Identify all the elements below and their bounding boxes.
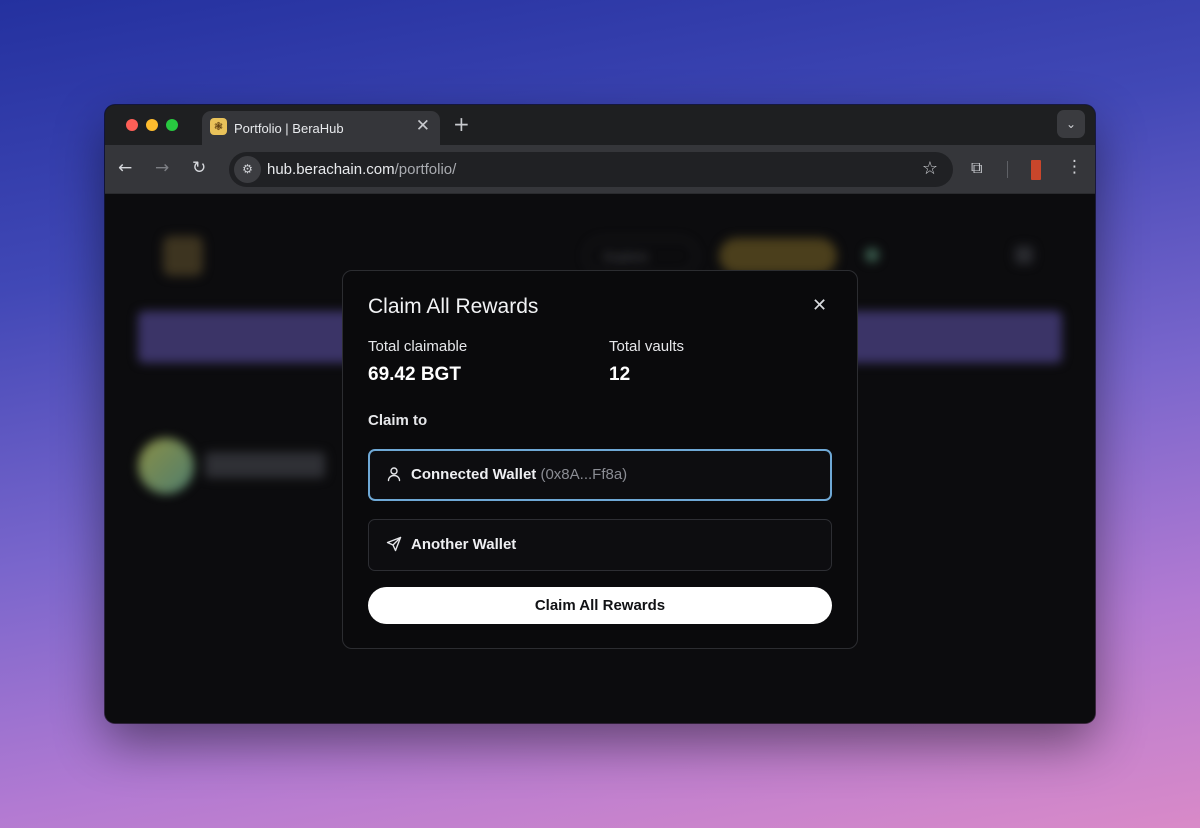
site-info-icon[interactable]: ⚙	[234, 156, 261, 183]
send-icon	[386, 536, 402, 552]
toolbar-divider	[1007, 161, 1008, 178]
another-wallet-label: Another Wallet	[411, 536, 517, 553]
account-indicator	[865, 248, 879, 262]
tab-bar: ❃ Portfolio | BeraHub ✕ + ⌄	[105, 105, 1095, 145]
claim-to-label: Claim to	[368, 412, 428, 429]
close-icon[interactable]: ✕	[812, 295, 827, 317]
back-icon[interactable]: ←	[118, 158, 132, 178]
total-vaults-value: 12	[609, 364, 631, 385]
maximize-window-button[interactable]	[166, 119, 178, 131]
profile-avatar[interactable]	[1031, 160, 1041, 180]
browser-window: ❃ Portfolio | BeraHub ✕ + ⌄ ← → ↻ ⚙ hub.…	[105, 105, 1095, 723]
total-vaults-label: Total vaults	[609, 338, 685, 355]
claim-all-rewards-button[interactable]: Claim All Rewards	[368, 587, 832, 624]
page-content: Explore Claim All Rewards ✕ Total claima…	[105, 194, 1095, 723]
new-tab-icon[interactable]: +	[453, 114, 470, 134]
star-icon[interactable]: ☆	[922, 159, 938, 179]
connected-wallet-option[interactable]: Connected Wallet (0x8A...Ff8a)	[368, 449, 832, 501]
url-host: hub.berachain.com	[267, 161, 395, 178]
claim-rewards-modal: Claim All Rewards ✕ Total claimable 69.4…	[342, 270, 858, 649]
connected-wallet-address: (0x8A...Ff8a)	[540, 466, 628, 483]
connected-wallet-text: Connected Wallet (0x8A...Ff8a)	[411, 466, 627, 483]
kebab-menu-icon[interactable]: ⋮	[1066, 157, 1083, 177]
wallet-avatar	[138, 438, 194, 494]
modal-title: Claim All Rewards	[368, 295, 539, 318]
wallet-name	[205, 452, 325, 478]
tab-search-icon[interactable]: ⌄	[1057, 110, 1085, 138]
extensions-icon[interactable]: ⧉	[971, 158, 982, 178]
site-logo	[163, 236, 203, 276]
settings-icon	[1015, 246, 1033, 264]
forward-icon[interactable]: →	[155, 158, 169, 178]
tab-title: Portfolio | BeraHub	[234, 121, 344, 136]
total-claimable-label: Total claimable	[368, 338, 468, 355]
url-text[interactable]: hub.berachain.com/portfolio/	[267, 161, 456, 178]
total-claimable-value: 69.42 BGT	[368, 364, 461, 385]
browser-toolbar: ← → ↻ ⚙ hub.berachain.com/portfolio/ ☆ ⧉…	[105, 145, 1095, 194]
close-window-button[interactable]	[126, 119, 138, 131]
berahub-favicon-icon: ❃	[210, 118, 227, 135]
reload-icon[interactable]: ↻	[192, 158, 206, 178]
url-path: /portfolio/	[394, 161, 457, 178]
user-icon	[387, 467, 401, 482]
tab-close-icon[interactable]: ✕	[416, 118, 430, 135]
address-bar[interactable]: ⚙ hub.berachain.com/portfolio/ ☆	[229, 152, 953, 187]
connected-wallet-label: Connected Wallet	[411, 466, 537, 483]
minimize-window-button[interactable]	[146, 119, 158, 131]
tab-portfolio[interactable]: ❃ Portfolio | BeraHub ✕	[202, 111, 440, 145]
header-pill-button	[719, 238, 837, 274]
explore-dropdown: Explore	[585, 238, 697, 274]
another-wallet-option[interactable]: Another Wallet	[368, 519, 832, 571]
